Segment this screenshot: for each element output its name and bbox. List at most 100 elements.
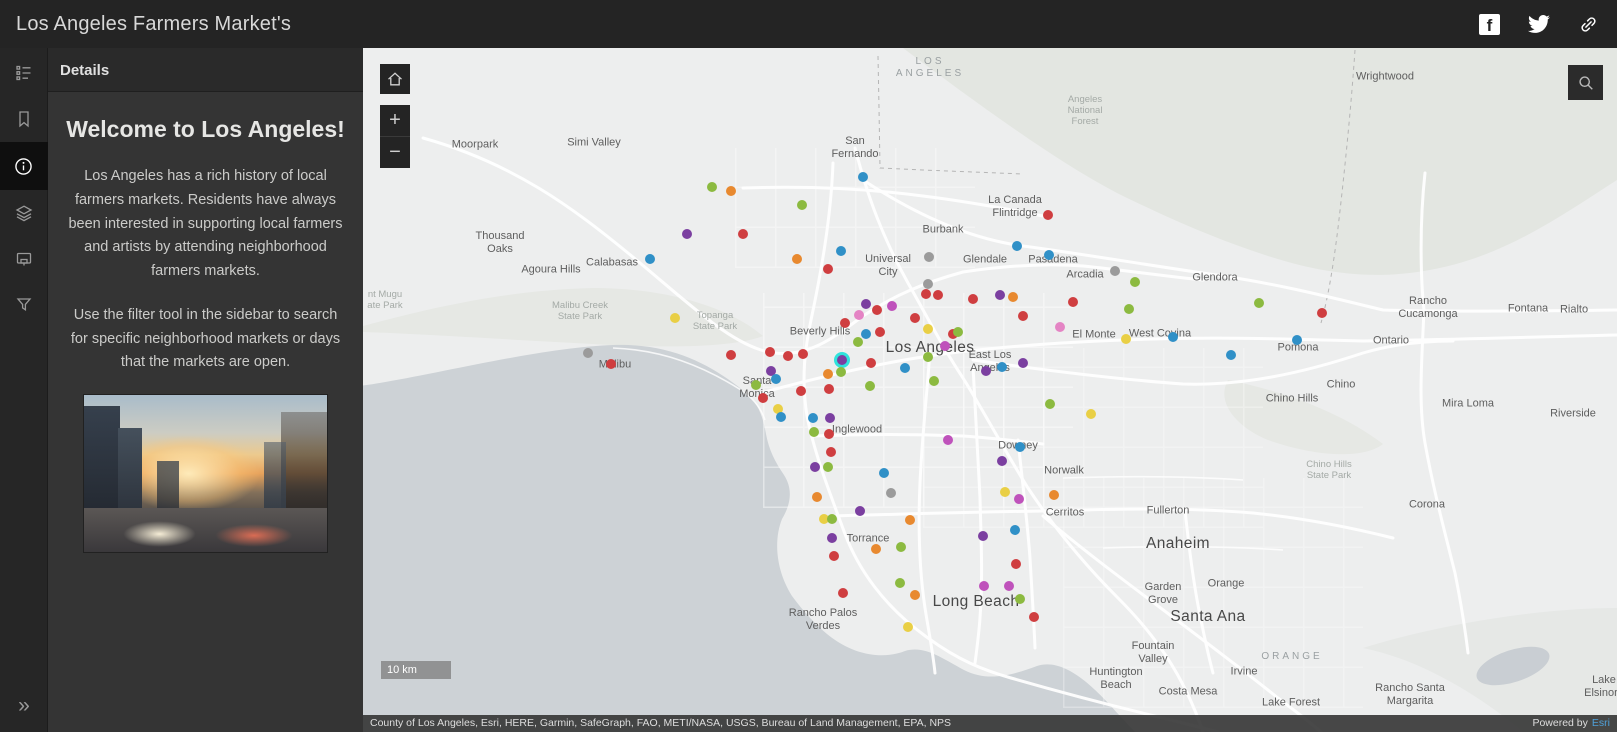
market-dot[interactable] — [1015, 594, 1025, 604]
market-dot[interactable] — [921, 289, 931, 299]
market-dot[interactable] — [1014, 494, 1024, 504]
market-dot[interactable] — [726, 186, 736, 196]
market-dot[interactable] — [875, 327, 885, 337]
market-dot[interactable] — [1045, 399, 1055, 409]
market-dot[interactable] — [997, 362, 1007, 372]
market-dot[interactable] — [1110, 266, 1120, 276]
market-dot[interactable] — [682, 229, 692, 239]
market-dot[interactable] — [995, 290, 1005, 300]
market-dot[interactable] — [823, 369, 833, 379]
market-dot[interactable] — [823, 264, 833, 274]
zoom-out-button[interactable]: − — [380, 136, 410, 168]
market-dot[interactable] — [836, 367, 846, 377]
market-dot[interactable] — [910, 313, 920, 323]
market-dot[interactable] — [827, 514, 837, 524]
market-dot[interactable] — [1049, 490, 1059, 500]
market-dot[interactable] — [783, 351, 793, 361]
market-dot[interactable] — [796, 386, 806, 396]
market-dot[interactable] — [751, 380, 761, 390]
market-dot[interactable] — [1317, 308, 1327, 318]
market-dot[interactable] — [858, 172, 868, 182]
market-dot[interactable] — [707, 182, 717, 192]
zoom-in-button[interactable]: + — [380, 105, 410, 136]
market-dot[interactable] — [825, 413, 835, 423]
market-dot[interactable] — [1124, 304, 1134, 314]
market-dot[interactable] — [1254, 298, 1264, 308]
market-dot[interactable] — [1012, 241, 1022, 251]
market-dot[interactable] — [824, 384, 834, 394]
market-dot[interactable] — [840, 318, 850, 328]
market-dot[interactable] — [758, 393, 768, 403]
market-dot[interactable] — [953, 327, 963, 337]
market-dot[interactable] — [792, 254, 802, 264]
market-dot[interactable] — [1068, 297, 1078, 307]
market-dot[interactable] — [1000, 487, 1010, 497]
market-dot[interactable] — [1292, 335, 1302, 345]
market-dot[interactable] — [929, 376, 939, 386]
market-dot[interactable] — [896, 542, 906, 552]
market-dot[interactable] — [726, 350, 736, 360]
market-dot[interactable] — [924, 252, 934, 262]
market-dot[interactable] — [1015, 442, 1025, 452]
market-dot[interactable] — [823, 462, 833, 472]
home-button[interactable] — [380, 64, 410, 94]
market-dot[interactable] — [1029, 612, 1039, 622]
market-dot[interactable] — [861, 299, 871, 309]
market-dot[interactable] — [1130, 277, 1140, 287]
market-dot[interactable] — [997, 456, 1007, 466]
market-dot[interactable] — [738, 229, 748, 239]
market-dot[interactable] — [865, 381, 875, 391]
market-dot[interactable] — [979, 581, 989, 591]
sidebar-item-filter[interactable] — [0, 282, 48, 328]
market-dot[interactable] — [836, 246, 846, 256]
market-dot[interactable] — [879, 468, 889, 478]
search-button[interactable] — [1568, 65, 1603, 100]
market-dot[interactable] — [812, 492, 822, 502]
market-dot[interactable] — [829, 551, 839, 561]
market-dot[interactable] — [765, 347, 775, 357]
market-dot[interactable] — [645, 254, 655, 264]
market-dot[interactable] — [933, 290, 943, 300]
market-dot[interactable] — [886, 488, 896, 498]
market-dot[interactable] — [1226, 350, 1236, 360]
market-dot[interactable] — [853, 337, 863, 347]
esri-link[interactable]: Esri — [1592, 717, 1610, 729]
market-dot[interactable] — [838, 588, 848, 598]
market-dot[interactable] — [810, 462, 820, 472]
market-dot[interactable] — [871, 544, 881, 554]
sidebar-item-basemap[interactable] — [0, 236, 48, 282]
market-dot[interactable] — [1043, 210, 1053, 220]
market-dot[interactable] — [1121, 334, 1131, 344]
market-dot[interactable] — [855, 506, 865, 516]
expand-sidebar-button[interactable]: » — [0, 694, 48, 718]
market-dot[interactable] — [940, 341, 950, 351]
market-dot[interactable] — [854, 310, 864, 320]
market-dot[interactable] — [910, 590, 920, 600]
sidebar-item-information[interactable] — [0, 142, 48, 190]
market-dot[interactable] — [1044, 250, 1054, 260]
market-dot[interactable] — [771, 374, 781, 384]
market-dot[interactable] — [798, 349, 808, 359]
market-dot[interactable] — [606, 359, 616, 369]
market-dot[interactable] — [776, 412, 786, 422]
market-dot[interactable] — [861, 329, 871, 339]
market-dot[interactable] — [1011, 559, 1021, 569]
link-icon[interactable] — [1578, 14, 1599, 35]
market-dot[interactable] — [978, 531, 988, 541]
market-dot[interactable] — [1010, 525, 1020, 535]
market-dot[interactable] — [826, 447, 836, 457]
twitter-icon[interactable] — [1528, 13, 1550, 35]
market-dot[interactable] — [895, 578, 905, 588]
market-dot[interactable] — [923, 279, 933, 289]
market-dot[interactable] — [827, 533, 837, 543]
market-dot[interactable] — [887, 301, 897, 311]
sidebar-item-layers[interactable] — [0, 190, 48, 236]
market-dot[interactable] — [866, 358, 876, 368]
market-dot[interactable] — [900, 363, 910, 373]
market-dot[interactable] — [1055, 322, 1065, 332]
market-dot[interactable] — [583, 348, 593, 358]
market-dot[interactable] — [797, 200, 807, 210]
market-dot[interactable] — [1168, 332, 1178, 342]
market-dot[interactable] — [923, 352, 933, 362]
market-dot[interactable] — [1008, 292, 1018, 302]
